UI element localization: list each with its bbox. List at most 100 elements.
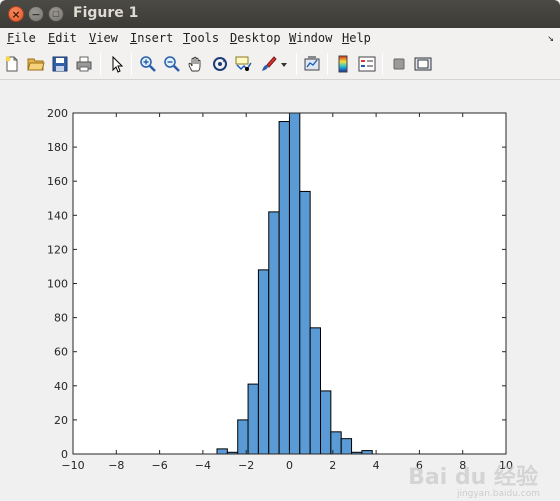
- menu-window-label: indow: [296, 31, 333, 45]
- histogram-bar: [268, 211, 280, 455]
- x-tick-label: −8: [108, 459, 124, 472]
- menu-help-label: elp: [349, 31, 371, 45]
- data-cursor-button[interactable]: [234, 54, 254, 74]
- x-tick-label: 0: [286, 459, 293, 472]
- save-button[interactable]: [50, 54, 70, 74]
- new-figure-button[interactable]: [2, 54, 22, 74]
- x-tick-label: 2: [329, 459, 336, 472]
- pointer-button[interactable]: [107, 54, 127, 74]
- pan-button[interactable]: [186, 54, 206, 74]
- histogram-bar: [247, 383, 259, 455]
- brush-icon: [262, 56, 277, 71]
- menu-edit[interactable]: Edit: [48, 31, 77, 45]
- y-tick-label: 60: [54, 346, 68, 359]
- show-plot-tools-icon: [414, 57, 432, 71]
- colorbar-icon: [338, 55, 348, 73]
- histogram-bar: [288, 112, 301, 455]
- menu-desktop-label: esktop: [237, 31, 281, 45]
- dropdown-arrow-icon: [281, 63, 287, 67]
- menu-file-label: ile: [14, 31, 36, 45]
- toolbar-separator: [131, 53, 132, 75]
- y-tick-label: 120: [47, 243, 68, 256]
- x-tick-label: 4: [373, 459, 380, 472]
- insert-legend-button[interactable]: [357, 54, 377, 74]
- histogram-bar: [361, 450, 373, 455]
- y-tick-label: 180: [47, 141, 68, 154]
- toolbar-separator: [296, 53, 297, 75]
- print-button[interactable]: [74, 54, 94, 74]
- histogram-bar: [216, 448, 228, 455]
- figure-toolbar: [0, 49, 560, 80]
- menu-insert[interactable]: Insert: [130, 31, 173, 45]
- x-tick-label: −4: [195, 459, 211, 472]
- toolbar-separator: [382, 53, 383, 75]
- y-tick-label: 40: [54, 380, 68, 393]
- data-cursor-icon: [235, 56, 252, 71]
- show-plot-tools-button[interactable]: [413, 54, 433, 74]
- close-icon: ×: [11, 7, 21, 21]
- menu-desktop[interactable]: Desktop: [230, 31, 281, 45]
- hide-plot-tools-button[interactable]: [389, 54, 409, 74]
- menu-window[interactable]: Window: [289, 31, 332, 45]
- y-tick-label: 20: [54, 414, 68, 427]
- maximize-window-button[interactable]: ▢: [48, 6, 64, 22]
- insert-colorbar-button[interactable]: [333, 54, 353, 74]
- menu-overflow-arrow-icon[interactable]: ↘: [547, 31, 554, 44]
- pointer-icon: [112, 55, 124, 73]
- open-file-button[interactable]: [26, 54, 46, 74]
- histogram-bar: [257, 269, 270, 455]
- menu-file[interactable]: File: [7, 31, 36, 45]
- window-title: Figure 1: [73, 5, 139, 21]
- menu-bar: File Edit View Insert Tools Desktop Wind…: [0, 28, 560, 49]
- y-tick-label: 80: [54, 312, 68, 325]
- zoom-out-icon: [164, 56, 180, 72]
- title-bar: × − ▢ Figure 1: [0, 0, 560, 28]
- legend-icon: [358, 56, 376, 72]
- histogram-bar: [237, 419, 249, 455]
- y-tick-label: 140: [47, 209, 68, 222]
- zoom-out-button[interactable]: [162, 54, 182, 74]
- menu-view-label: iew: [96, 31, 118, 45]
- watermark-url: jingyan.baidu.com: [456, 489, 540, 499]
- save-icon: [52, 56, 68, 72]
- minimize-window-button[interactable]: −: [28, 6, 44, 22]
- hide-plot-tools-icon: [393, 58, 405, 70]
- rotate-3d-button[interactable]: [210, 54, 230, 74]
- rotate-3d-icon: [213, 57, 227, 71]
- histogram-bar: [309, 327, 322, 455]
- toolbar-separator: [100, 53, 101, 75]
- histogram-bar: [320, 390, 332, 455]
- minimize-icon: −: [31, 7, 41, 21]
- watermark-logo: Bai du 经验: [408, 465, 538, 490]
- zoom-in-button[interactable]: [138, 54, 158, 74]
- toolbar-separator: [327, 53, 328, 75]
- close-window-button[interactable]: ×: [8, 6, 24, 22]
- brush-button[interactable]: [258, 54, 278, 74]
- figure-canvas[interactable]: −10 −8 −6 −4 −2 0 2 4 6 8 10 0 20 40 60 80 100 120 140 160 1…: [0, 80, 560, 501]
- brush-dropdown-button[interactable]: [278, 54, 290, 74]
- menu-insert-label: nsert: [137, 31, 174, 45]
- menu-edit-label: dit: [55, 31, 77, 45]
- histogram-chart: −10 −8 −6 −4 −2 0 2 4 6 8 100204060801001201401601…: [47, 107, 513, 472]
- link-plot-button[interactable]: [302, 54, 322, 74]
- histogram-bar: [278, 121, 290, 455]
- menu-help[interactable]: Help: [342, 31, 371, 45]
- zoom-in-icon: [140, 56, 156, 72]
- y-tick-label: 160: [47, 175, 68, 188]
- histogram-bar: [340, 438, 353, 455]
- y-tick-label: 100: [47, 278, 68, 291]
- maximize-icon: ▢: [52, 9, 60, 18]
- link-plot-icon: [304, 56, 320, 71]
- new-figure-icon: [5, 56, 18, 72]
- y-tick-label: 200: [47, 107, 68, 120]
- histogram-bar: [299, 190, 311, 455]
- open-file-icon: [27, 58, 45, 71]
- y-tick-label: 0: [61, 448, 68, 461]
- pan-hand-icon: [188, 56, 201, 72]
- menu-tools[interactable]: Tools: [183, 31, 219, 45]
- print-icon: [76, 56, 92, 72]
- menu-tools-label: ools: [190, 31, 220, 45]
- x-tick-label: −2: [238, 459, 254, 472]
- x-tick-label: −6: [151, 459, 167, 472]
- menu-view[interactable]: View: [89, 31, 118, 45]
